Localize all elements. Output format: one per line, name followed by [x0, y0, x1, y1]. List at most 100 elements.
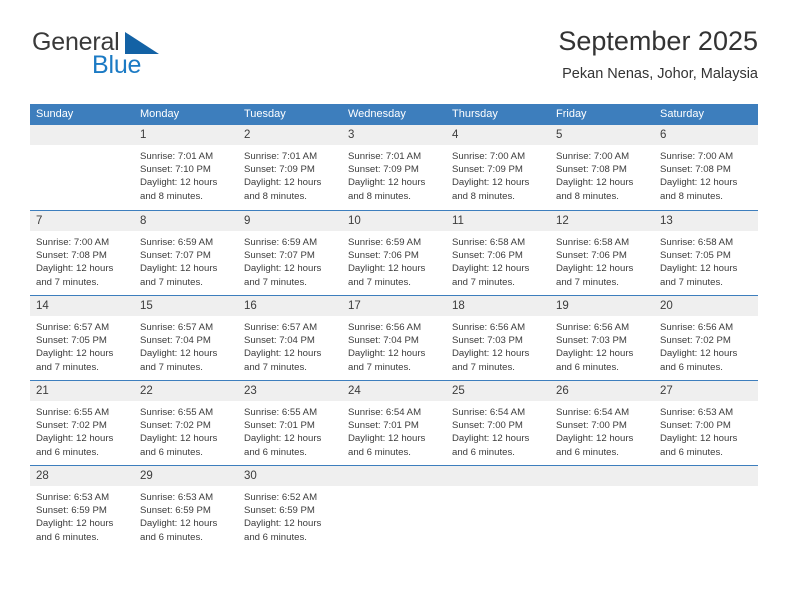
day-detail-line: and 7 minutes.	[348, 276, 411, 288]
calendar-day-cell[interactable]: 16 Sunrise: 6:57 AM Sunset: 7:04 PM Dayligh…	[238, 296, 342, 380]
day-number: 7	[36, 215, 43, 227]
day-detail-line: Daylight: 12 hours	[556, 433, 634, 445]
weekday-header-saturday: Saturday	[660, 108, 705, 120]
day-number-band: 22	[134, 381, 238, 401]
day-number-band	[550, 466, 654, 486]
calendar-day-cell-empty	[654, 466, 758, 549]
calendar-day-cell[interactable]: 2 Sunrise: 7:01 AM Sunset: 7:09 PM Daylight…	[238, 125, 342, 210]
day-number-band: 21	[30, 381, 134, 401]
day-number-band	[30, 125, 134, 145]
day-detail-lines: Sunrise: 7:00 AM Sunset: 7:08 PM Daylight:…	[654, 145, 758, 203]
calendar-day-cell[interactable]: 25 Sunrise: 6:54 AM Sunset: 7:00 PM Dayligh…	[446, 381, 550, 465]
calendar-day-cell[interactable]: 5 Sunrise: 7:00 AM Sunset: 7:08 PM Daylight…	[550, 125, 654, 210]
day-number: 26	[556, 385, 569, 397]
day-detail-lines: Sunrise: 6:52 AM Sunset: 6:59 PM Daylight:…	[238, 486, 342, 544]
calendar-day-cell[interactable]: 29 Sunrise: 6:53 AM Sunset: 6:59 PM Dayligh…	[134, 466, 238, 549]
day-detail-line: and 7 minutes.	[556, 276, 619, 288]
day-number-band: 30	[238, 466, 342, 486]
day-detail-line: Sunset: 6:59 PM	[244, 505, 315, 517]
calendar-day-cell[interactable]: 4 Sunrise: 7:00 AM Sunset: 7:09 PM Daylight…	[446, 125, 550, 210]
day-detail-line: Sunset: 7:09 PM	[348, 164, 419, 176]
day-number-band: 8	[134, 211, 238, 231]
day-detail-lines: Sunrise: 6:57 AM Sunset: 7:04 PM Daylight:…	[134, 316, 238, 374]
day-number: 19	[556, 300, 569, 312]
day-detail-line: Daylight: 12 hours	[140, 433, 218, 445]
day-detail-lines: Sunrise: 6:54 AM Sunset: 7:00 PM Daylight:…	[550, 401, 654, 459]
day-detail-line: Sunset: 6:59 PM	[140, 505, 211, 517]
day-detail-line: Sunset: 7:02 PM	[36, 420, 107, 432]
day-detail-lines: Sunrise: 6:58 AM Sunset: 7:06 PM Daylight:…	[550, 231, 654, 289]
day-detail-line: Sunrise: 6:55 AM	[140, 407, 214, 418]
day-number: 23	[244, 385, 257, 397]
day-number-band: 3	[342, 125, 446, 145]
day-detail-line: and 6 minutes.	[660, 361, 723, 373]
calendar-day-cell[interactable]: 21 Sunrise: 6:55 AM Sunset: 7:02 PM Dayligh…	[30, 381, 134, 465]
day-detail-line: Daylight: 12 hours	[660, 433, 738, 445]
day-number: 22	[140, 385, 153, 397]
day-detail-line: Sunrise: 6:57 AM	[140, 322, 214, 333]
calendar-day-cell[interactable]: 23 Sunrise: 6:55 AM Sunset: 7:01 PM Dayligh…	[238, 381, 342, 465]
day-detail-lines: Sunrise: 6:58 AM Sunset: 7:05 PM Daylight:…	[654, 231, 758, 289]
calendar-day-cell[interactable]: 12 Sunrise: 6:58 AM Sunset: 7:06 PM Dayligh…	[550, 211, 654, 295]
day-detail-line: Sunset: 7:00 PM	[556, 420, 627, 432]
day-detail-line: Sunset: 7:08 PM	[36, 250, 107, 262]
calendar-day-cell[interactable]: 9 Sunrise: 6:59 AM Sunset: 7:07 PM Daylight…	[238, 211, 342, 295]
calendar-day-cell[interactable]: 6 Sunrise: 7:00 AM Sunset: 7:08 PM Daylight…	[654, 125, 758, 210]
day-number-band: 4	[446, 125, 550, 145]
day-detail-lines: Sunrise: 6:55 AM Sunset: 7:02 PM Daylight:…	[30, 401, 134, 459]
calendar-day-cell[interactable]: 13 Sunrise: 6:58 AM Sunset: 7:05 PM Dayligh…	[654, 211, 758, 295]
day-detail-line: Daylight: 12 hours	[452, 177, 530, 189]
day-detail-line: Daylight: 12 hours	[140, 263, 218, 275]
day-detail-line: and 8 minutes.	[556, 190, 619, 202]
day-detail-lines: Sunrise: 6:57 AM Sunset: 7:05 PM Daylight:…	[30, 316, 134, 374]
calendar-day-cell[interactable]: 3 Sunrise: 7:01 AM Sunset: 7:09 PM Daylight…	[342, 125, 446, 210]
general-blue-logo[interactable]: General Blue	[30, 30, 200, 90]
day-detail-line: Daylight: 12 hours	[244, 177, 322, 189]
day-number-band: 26	[550, 381, 654, 401]
day-detail-lines: Sunrise: 6:56 AM Sunset: 7:04 PM Daylight:…	[342, 316, 446, 374]
calendar-day-cell[interactable]: 10 Sunrise: 6:59 AM Sunset: 7:06 PM Dayligh…	[342, 211, 446, 295]
calendar-day-cell[interactable]: 22 Sunrise: 6:55 AM Sunset: 7:02 PM Dayligh…	[134, 381, 238, 465]
day-detail-line: Daylight: 12 hours	[348, 433, 426, 445]
day-detail-line: and 6 minutes.	[36, 446, 99, 458]
calendar-day-cell[interactable]: 7 Sunrise: 7:00 AM Sunset: 7:08 PM Daylight…	[30, 211, 134, 295]
calendar-day-cell[interactable]: 28 Sunrise: 6:53 AM Sunset: 6:59 PM Dayligh…	[30, 466, 134, 549]
calendar-day-cell[interactable]: 15 Sunrise: 6:57 AM Sunset: 7:04 PM Dayligh…	[134, 296, 238, 380]
calendar-day-cell[interactable]: 18 Sunrise: 6:56 AM Sunset: 7:03 PM Dayligh…	[446, 296, 550, 380]
calendar-day-cell[interactable]: 26 Sunrise: 6:54 AM Sunset: 7:00 PM Dayligh…	[550, 381, 654, 465]
day-detail-lines: Sunrise: 6:56 AM Sunset: 7:02 PM Daylight:…	[654, 316, 758, 374]
day-number: 27	[660, 385, 673, 397]
calendar-day-cell[interactable]: 8 Sunrise: 6:59 AM Sunset: 7:07 PM Daylight…	[134, 211, 238, 295]
day-detail-line: Sunrise: 6:56 AM	[452, 322, 526, 333]
day-detail-lines: Sunrise: 6:53 AM Sunset: 6:59 PM Daylight:…	[134, 486, 238, 544]
calendar-day-cell[interactable]: 19 Sunrise: 6:56 AM Sunset: 7:03 PM Dayligh…	[550, 296, 654, 380]
day-detail-line: Sunrise: 6:56 AM	[348, 322, 422, 333]
calendar-day-cell[interactable]: 17 Sunrise: 6:56 AM Sunset: 7:04 PM Dayligh…	[342, 296, 446, 380]
day-detail-line: Sunrise: 7:01 AM	[244, 151, 318, 162]
calendar-day-cell[interactable]: 11 Sunrise: 6:58 AM Sunset: 7:06 PM Dayligh…	[446, 211, 550, 295]
calendar-day-cell[interactable]: 14 Sunrise: 6:57 AM Sunset: 7:05 PM Dayligh…	[30, 296, 134, 380]
calendar-day-cell[interactable]: 1 Sunrise: 7:01 AM Sunset: 7:10 PM Daylight…	[134, 125, 238, 210]
day-detail-line: and 8 minutes.	[452, 190, 515, 202]
day-number: 1	[140, 129, 147, 141]
day-detail-lines: Sunrise: 6:55 AM Sunset: 7:01 PM Daylight:…	[238, 401, 342, 459]
day-number: 11	[452, 215, 464, 227]
day-detail-line: Sunset: 7:02 PM	[140, 420, 211, 432]
calendar-week-row: 21 Sunrise: 6:55 AM Sunset: 7:02 PM Dayligh…	[30, 380, 758, 465]
calendar-page: General Blue September 2025 Pekan Nenas,…	[0, 0, 792, 612]
day-detail-lines: Sunrise: 6:54 AM Sunset: 7:01 PM Daylight:…	[342, 401, 446, 459]
day-detail-line: Sunrise: 6:54 AM	[348, 407, 422, 418]
calendar-day-cell[interactable]: 30 Sunrise: 6:52 AM Sunset: 6:59 PM Dayligh…	[238, 466, 342, 549]
calendar-day-cell[interactable]: 24 Sunrise: 6:54 AM Sunset: 7:01 PM Dayligh…	[342, 381, 446, 465]
day-number-band: 5	[550, 125, 654, 145]
calendar-day-cell[interactable]: 20 Sunrise: 6:56 AM Sunset: 7:02 PM Dayligh…	[654, 296, 758, 380]
day-number-band: 11	[446, 211, 550, 231]
day-detail-line: Sunrise: 7:00 AM	[556, 151, 630, 162]
day-detail-lines: Sunrise: 7:00 AM Sunset: 7:08 PM Daylight:…	[30, 231, 134, 289]
calendar-day-cell[interactable]: 27 Sunrise: 6:53 AM Sunset: 7:00 PM Dayligh…	[654, 381, 758, 465]
calendar-body: 1 Sunrise: 7:01 AM Sunset: 7:10 PM Daylight…	[30, 125, 758, 549]
day-detail-line: and 6 minutes.	[244, 446, 307, 458]
day-detail-line: Daylight: 12 hours	[556, 348, 634, 360]
day-number: 12	[556, 215, 569, 227]
day-detail-line: Sunset: 7:06 PM	[348, 250, 419, 262]
